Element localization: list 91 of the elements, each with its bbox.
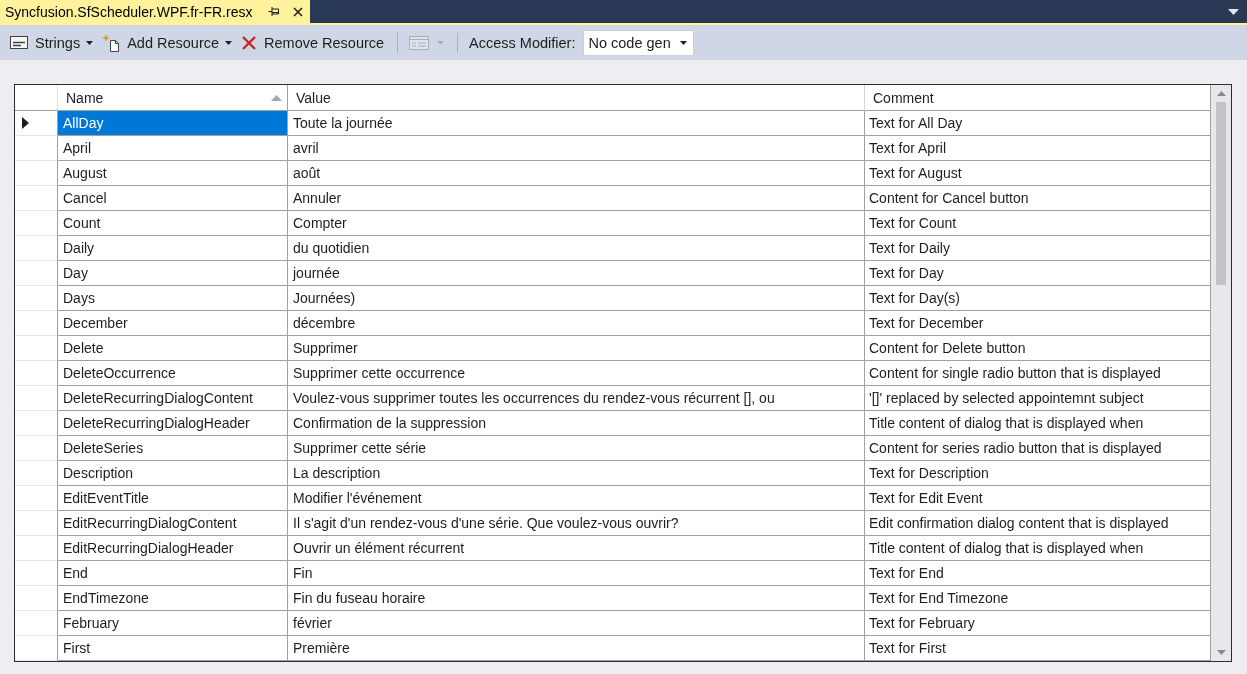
table-cell[interactable]: DeleteOccurrence xyxy=(58,361,288,386)
table-cell[interactable]: La description xyxy=(288,461,865,486)
delete-icon xyxy=(241,34,258,51)
table-cell[interactable]: Cancel xyxy=(58,186,288,211)
up-arrow-icon[interactable] xyxy=(1216,91,1226,96)
table-cell[interactable]: Text for February xyxy=(865,611,1211,636)
table-cell[interactable]: Text for Count xyxy=(865,211,1211,236)
column-header[interactable]: Comment xyxy=(865,85,1211,111)
scrollbar-thumb[interactable] xyxy=(1216,102,1226,285)
table-cell[interactable]: Day xyxy=(58,261,288,286)
table-cell[interactable]: Edit confirmation dialog content that is displayed xyxy=(865,511,1211,536)
table-cell[interactable]: Supprimer cette série xyxy=(288,436,865,461)
column-header[interactable]: Name xyxy=(58,85,288,111)
table-cell[interactable]: Fin xyxy=(288,561,865,586)
table-cell[interactable]: December xyxy=(58,311,288,336)
table-cell[interactable]: Annuler xyxy=(288,186,865,211)
table-cell[interactable]: DeleteRecurringDialogHeader xyxy=(58,411,288,436)
new-document-icon xyxy=(102,33,121,52)
table-cell[interactable]: DeleteRecurringDialogContent xyxy=(58,386,288,411)
close-icon[interactable] xyxy=(293,6,304,17)
document-tab[interactable]: Syncfusion.SfScheduler.WPF.fr-FR.resx xyxy=(0,0,311,23)
table-cell[interactable]: avril xyxy=(288,136,865,161)
table-cell[interactable]: Fin du fuseau horaire xyxy=(288,586,865,611)
access-modifier-label: Access Modifier: xyxy=(469,34,576,51)
pin-icon[interactable] xyxy=(268,6,280,17)
table-cell[interactable]: End xyxy=(58,561,288,586)
table-cell[interactable]: Description xyxy=(58,461,288,486)
table-cell[interactable]: Text for Day(s) xyxy=(865,286,1211,311)
column-header[interactable]: Value xyxy=(288,85,865,111)
table-cell[interactable]: du quotidien xyxy=(288,236,865,261)
table-cell[interactable]: Title content of dialog that is displayed when xyxy=(865,411,1211,436)
table-cell[interactable]: Text for August xyxy=(865,161,1211,186)
table-cell[interactable]: Content for Cancel button xyxy=(865,186,1211,211)
text-box-icon xyxy=(10,36,28,49)
table-cell[interactable]: février xyxy=(288,611,865,636)
table-cell[interactable]: Voulez-vous supprimer toutes les occurrences du rendez-vous récurrent [], ou xyxy=(288,386,865,411)
dropdown-button[interactable]: Add Resource xyxy=(98,30,237,55)
table-cell[interactable]: Compter xyxy=(288,211,865,236)
table-cell[interactable]: Text for Description xyxy=(865,461,1211,486)
table-cell[interactable]: décembre xyxy=(288,311,865,336)
table-cell[interactable]: Days xyxy=(58,286,288,311)
table-cell[interactable]: Content for series radio button that is displayed xyxy=(865,436,1211,461)
table-cell[interactable]: Text for April xyxy=(865,136,1211,161)
table-cell[interactable]: First xyxy=(58,636,288,661)
table-cell[interactable]: Title content of dialog that is displayed when xyxy=(865,536,1211,561)
table-cell[interactable]: April xyxy=(58,136,288,161)
table-cell[interactable]: August xyxy=(58,161,288,186)
table-cell[interactable]: Content for Delete button xyxy=(865,336,1211,361)
caret-icon xyxy=(680,40,688,45)
table-cell[interactable]: '[]' replaced by selected appointemnt subject xyxy=(865,386,1211,411)
caret-icon xyxy=(86,40,94,45)
table-cell[interactable]: EndTimezone xyxy=(58,586,288,611)
list-view-icon xyxy=(409,35,430,50)
table-cell[interactable]: Text for Daily xyxy=(865,236,1211,261)
table-cell[interactable]: AllDay xyxy=(58,111,288,136)
table-cell[interactable]: Content for single radio button that is displayed xyxy=(865,361,1211,386)
table-cell[interactable]: Toute la journée xyxy=(288,111,865,136)
table-cell[interactable]: Supprimer cette occurrence xyxy=(288,361,865,386)
table-cell[interactable]: Text for All Day xyxy=(865,111,1211,136)
table-cell[interactable]: Daily xyxy=(58,236,288,261)
table-cell[interactable]: Modifier l'événement xyxy=(288,486,865,511)
table-cell[interactable]: Supprimer xyxy=(288,336,865,361)
caret-icon[interactable] xyxy=(1228,8,1239,15)
table-cell[interactable]: Première xyxy=(288,636,865,661)
table-cell[interactable]: journée xyxy=(288,261,865,286)
dropdown-field[interactable]: No code gen xyxy=(583,29,695,56)
vertical-scrollbar[interactable] xyxy=(1211,85,1231,661)
table-cell[interactable]: Text for Day xyxy=(865,261,1211,286)
table-cell[interactable]: août xyxy=(288,161,865,186)
table-cell[interactable]: Text for December xyxy=(865,311,1211,336)
table-cell[interactable]: Text for End xyxy=(865,561,1211,586)
dropdown-button[interactable]: Strings xyxy=(6,30,98,55)
table-cell[interactable]: Journées) xyxy=(288,286,865,311)
down-arrow-icon[interactable] xyxy=(1216,650,1226,655)
toolbar-button[interactable]: Remove Resource xyxy=(237,30,389,55)
caret-icon xyxy=(437,40,445,45)
table-cell[interactable]: Text for Edit Event xyxy=(865,486,1211,511)
table-cell[interactable]: Il s'agit d'un rendez-vous d'une série. Que voulez-vous ouvrir? xyxy=(288,511,865,536)
table-cell[interactable]: EditEventTitle xyxy=(58,486,288,511)
caret-icon xyxy=(225,40,233,45)
table-cell[interactable]: Text for First xyxy=(865,636,1211,661)
table-cell[interactable]: Ouvrir un élément récurrent xyxy=(288,536,865,561)
table-cell[interactable]: EditRecurringDialogContent xyxy=(58,511,288,536)
table-cell[interactable]: Confirmation de la suppression xyxy=(288,411,865,436)
table-cell[interactable]: DeleteSeries xyxy=(58,436,288,461)
table-cell[interactable]: Text for End Timezone xyxy=(865,586,1211,611)
table-cell[interactable]: Delete xyxy=(58,336,288,361)
table-cell[interactable]: Count xyxy=(58,211,288,236)
row-header[interactable] xyxy=(15,111,58,136)
table-cell[interactable]: EditRecurringDialogHeader xyxy=(58,536,288,561)
table-cell[interactable]: February xyxy=(58,611,288,636)
